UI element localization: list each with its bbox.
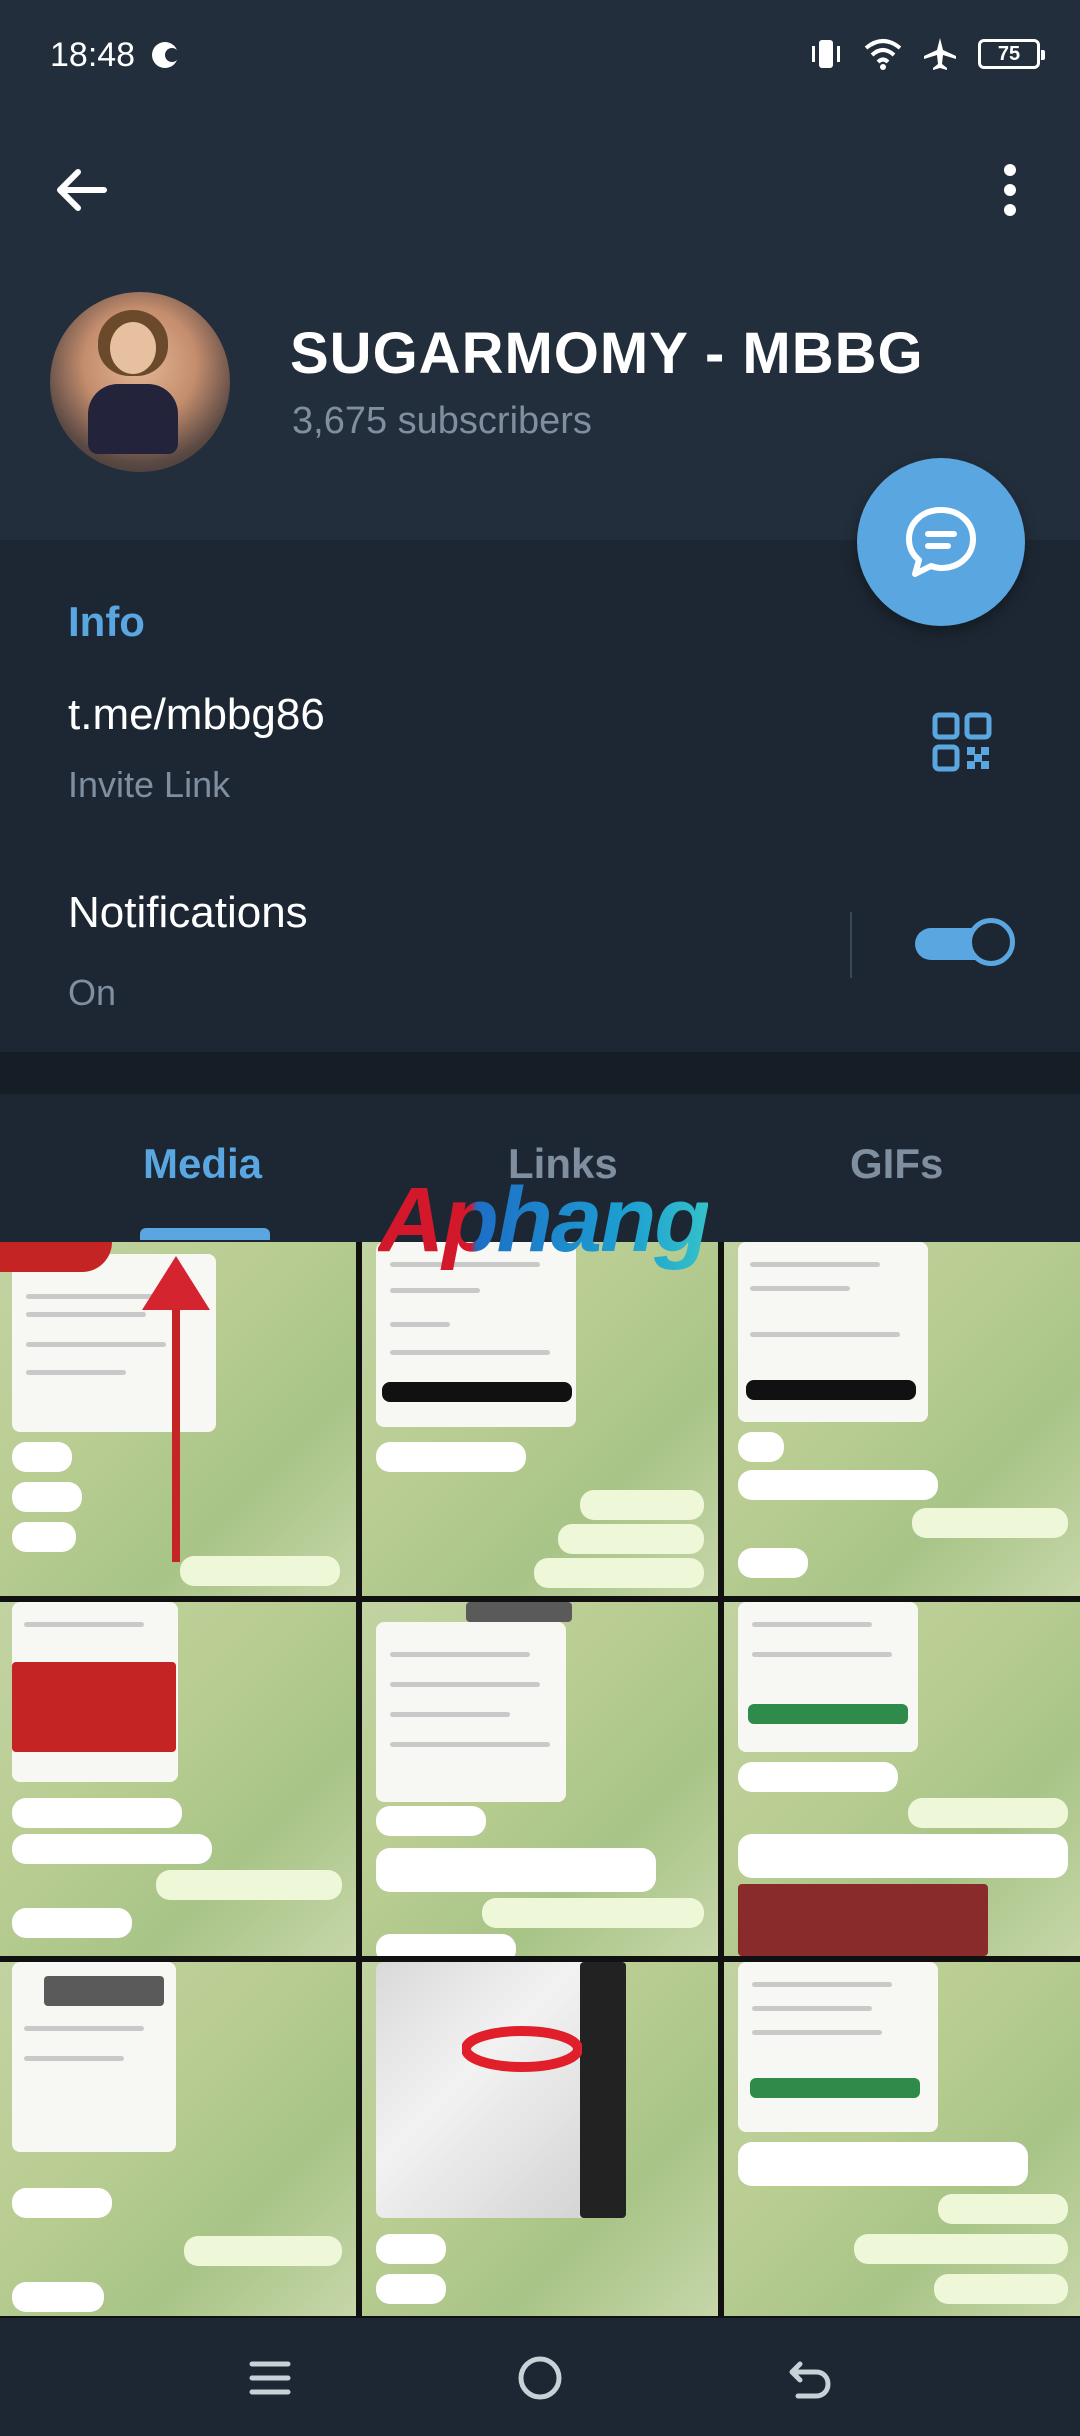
back-icon: [789, 2361, 831, 2399]
more-options-button[interactable]: [970, 150, 1050, 230]
notifications-label: Notifications: [68, 888, 308, 937]
media-item[interactable]: [362, 1962, 718, 2316]
media-grid: [0, 1242, 1080, 2318]
nav-menu-button[interactable]: [238, 2346, 302, 2410]
airplane-mode-icon: [924, 38, 956, 70]
do-not-disturb-icon: [152, 42, 179, 68]
battery-indicator: 75: [978, 39, 1045, 69]
notifications-toggle[interactable]: [915, 918, 1017, 970]
media-item[interactable]: [362, 1602, 718, 1956]
status-bar: 18:48 75: [0, 0, 1080, 120]
channel-profile-screen: 18:48 75 SUGARMOMY - MBBG 3,675 subscrib…: [0, 0, 1080, 2436]
watermark-logo: Aphang: [378, 1169, 710, 1271]
wifi-icon: [864, 39, 902, 70]
media-item[interactable]: [724, 1602, 1080, 1956]
notifications-state: On: [68, 972, 117, 1013]
profile-header: 18:48 75 SUGARMOMY - MBBG 3,675 subscrib…: [0, 0, 1080, 540]
scribble-mark: [462, 2026, 582, 2072]
back-button[interactable]: [42, 150, 122, 230]
channel-title: SUGARMOMY - MBBG: [290, 321, 924, 386]
active-tab-indicator: [140, 1228, 270, 1240]
message-icon: [906, 507, 976, 577]
media-item[interactable]: [362, 1242, 718, 1596]
media-item[interactable]: [0, 1242, 356, 1596]
section-separator: [0, 1052, 1080, 1094]
info-heading: Info: [68, 598, 145, 645]
invite-link-label: Invite Link: [68, 764, 231, 805]
nav-home-button[interactable]: [508, 2346, 572, 2410]
status-time: 18:48: [50, 36, 136, 74]
media-item[interactable]: [724, 1962, 1080, 2316]
media-item[interactable]: [0, 1602, 356, 1956]
invite-link[interactable]: t.me/mbbg86: [68, 690, 325, 740]
system-navigation-bar: [0, 2318, 1080, 2436]
qr-code-icon: [932, 712, 992, 772]
media-item[interactable]: [0, 1962, 356, 2316]
menu-icon: [249, 2361, 291, 2395]
nav-back-button[interactable]: [778, 2346, 842, 2410]
status-icons: 75: [808, 34, 1045, 74]
channel-avatar[interactable]: [50, 292, 230, 472]
more-vertical-icon: [1004, 164, 1016, 216]
qr-code-button[interactable]: [932, 712, 992, 792]
arrow-left-icon: [57, 169, 107, 211]
tab-gifs[interactable]: GIFs: [850, 1140, 943, 1188]
media-item[interactable]: [724, 1242, 1080, 1596]
arrow-up-icon: [142, 1256, 210, 1310]
discuss-button[interactable]: [857, 458, 1025, 626]
divider: [850, 912, 852, 978]
home-icon: [518, 2356, 562, 2400]
vibrate-icon: [812, 40, 840, 68]
subscriber-count: 3,675 subscribers: [292, 400, 592, 442]
tab-media[interactable]: Media: [143, 1140, 262, 1188]
